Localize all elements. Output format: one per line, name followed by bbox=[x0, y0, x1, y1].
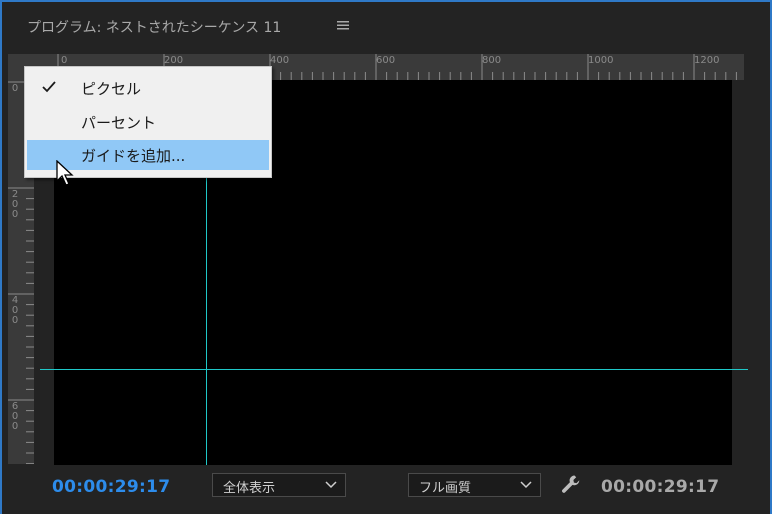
vertical-guide[interactable] bbox=[206, 176, 207, 465]
ruler-left-label: 4 0 0 bbox=[11, 295, 19, 326]
ruler-top-label: 0 bbox=[61, 55, 68, 66]
chevron-down-icon bbox=[520, 481, 532, 489]
hamburger-menu-icon[interactable] bbox=[336, 18, 350, 32]
ruler-top-label: 800 bbox=[482, 55, 502, 66]
menu-item-label: パーセント bbox=[81, 114, 157, 132]
panel-header: プログラム: ネストされたシーケンス 11 bbox=[2, 2, 770, 48]
horizontal-guide[interactable] bbox=[40, 369, 748, 370]
ruler-top-label: 600 bbox=[376, 55, 396, 66]
ruler-top-label: 200 bbox=[164, 55, 184, 66]
ruler-left-label: 0 bbox=[11, 83, 19, 94]
menu-item-label: ピクセル bbox=[81, 80, 142, 98]
menu-item-label: ガイドを追加... bbox=[81, 147, 186, 165]
ruler-top-label: 400 bbox=[270, 55, 290, 66]
menu-item-percent[interactable]: パーセント bbox=[27, 107, 269, 137]
playback-quality-select[interactable]: フル画質 bbox=[408, 473, 541, 497]
wrench-icon[interactable] bbox=[560, 473, 582, 495]
checkmark-icon bbox=[42, 81, 56, 93]
menu-item-pixels[interactable]: ピクセル bbox=[27, 73, 269, 103]
chevron-down-icon bbox=[325, 481, 337, 489]
duration-timecode: 00:00:29:17 bbox=[601, 477, 720, 497]
zoom-level-value: 全体表示 bbox=[223, 481, 276, 496]
panel-title[interactable]: プログラム: ネストされたシーケンス 11 bbox=[27, 17, 281, 37]
ruler-left-label: 6 0 0 bbox=[11, 401, 19, 432]
mouse-cursor-icon bbox=[56, 160, 74, 186]
ruler-top-label: 1000 bbox=[588, 55, 614, 66]
ruler-left-label: 2 0 0 bbox=[11, 189, 19, 220]
ruler-top-label: 1200 bbox=[694, 55, 720, 66]
zoom-level-select[interactable]: 全体表示 bbox=[212, 473, 346, 497]
playback-quality-value: フル画質 bbox=[419, 481, 472, 496]
playhead-timecode[interactable]: 00:00:29:17 bbox=[52, 477, 170, 497]
